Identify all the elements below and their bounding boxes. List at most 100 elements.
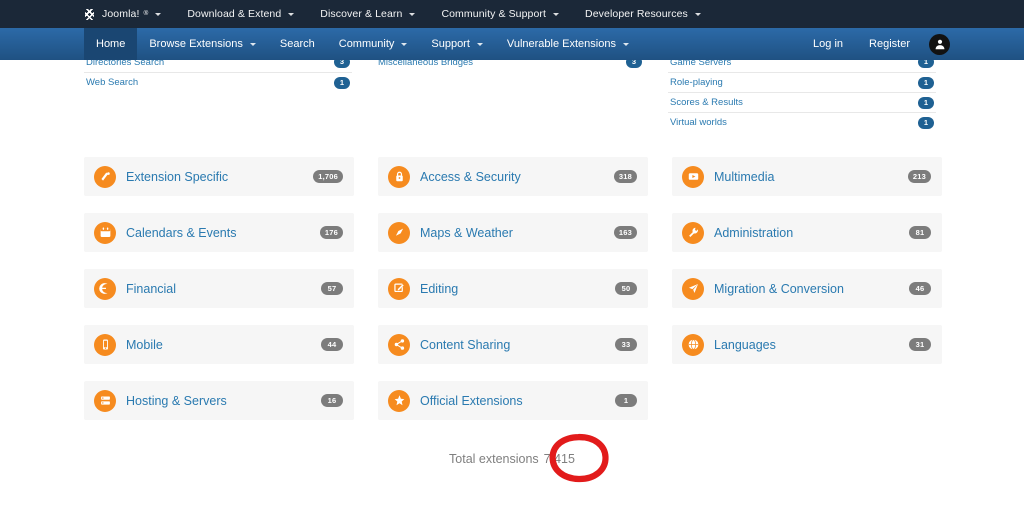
main-navigation-bar: Home Browse Extensions Search Community … — [0, 28, 1024, 60]
category-count-badge: 81 — [909, 226, 931, 239]
play-media-icon — [682, 165, 704, 188]
category-column-1: Extension Specific 1,706 Calendars & Eve… — [84, 157, 354, 420]
category-label: Languages — [714, 337, 776, 352]
category-card-extension-specific[interactable]: Extension Specific 1,706 — [84, 157, 354, 196]
wrench-icon — [682, 221, 704, 244]
globe-icon — [682, 333, 704, 356]
category-card-languages[interactable]: Languages 31 — [672, 325, 942, 364]
nav-item-label: Vulnerable Extensions — [506, 38, 616, 50]
user-avatar-icon[interactable] — [929, 33, 950, 55]
category-card-financial[interactable]: Financial 57 — [84, 269, 354, 308]
calendar-icon — [94, 221, 116, 244]
category-card-migration-conversion[interactable]: Migration & Conversion 46 — [672, 269, 942, 308]
category-count-badge: 50 — [615, 282, 637, 295]
category-label: Extension Specific — [126, 169, 229, 184]
subcategory-row[interactable]: Role-playing 1 — [668, 72, 936, 92]
category-card-editing[interactable]: Editing 50 — [378, 269, 648, 308]
nav-item-community[interactable]: Community — [327, 28, 420, 60]
subcategory-count-badge: 1 — [918, 96, 934, 109]
chevron-down-icon — [409, 12, 416, 16]
total-extensions-label: Total extensions — [449, 452, 539, 466]
chevron-down-icon — [155, 12, 162, 16]
nav-item-label: Browse Extensions — [149, 38, 243, 50]
category-count-badge: 176 — [319, 226, 343, 239]
subcategory-label: Role-playing — [670, 77, 723, 88]
category-label: Multimedia — [714, 169, 775, 184]
share-icon — [388, 333, 410, 356]
nav-item-vulnerable-extensions[interactable]: Vulnerable Extensions — [495, 28, 641, 60]
category-count-badge: 46 — [909, 282, 931, 295]
category-count-badge: 163 — [613, 226, 637, 239]
nav-account-area: Log in Register — [800, 28, 1024, 60]
category-label: Financial — [126, 281, 177, 296]
page-body: Directories Search 3 Web Search 1 Miscel… — [0, 56, 1024, 505]
chevron-down-icon — [401, 42, 408, 46]
lock-icon — [388, 165, 410, 188]
subcategory-column-2: Miscellaneous Bridges 3 — [376, 52, 644, 136]
category-card-multimedia[interactable]: Multimedia 213 — [672, 157, 942, 196]
nav-item-label: Home — [96, 38, 126, 50]
chevron-down-icon — [288, 12, 295, 16]
joomla-star-icon — [388, 389, 410, 412]
subcategory-column-3: Game Servers 1 Role-playing 1 Scores & R… — [668, 52, 936, 136]
topbar-item-developer-resources[interactable]: Developer Resources — [572, 0, 714, 28]
topbar-item-community-support[interactable]: Community & Support — [428, 0, 572, 28]
category-column-2: Access & Security 318 Maps & Weather 163… — [378, 157, 648, 420]
category-label: Content Sharing — [420, 337, 511, 352]
subcategory-count-badge: 1 — [918, 76, 934, 89]
category-count-badge: 318 — [613, 170, 637, 183]
category-label: Mobile — [126, 337, 163, 352]
category-card-access-security[interactable]: Access & Security 318 — [378, 157, 648, 196]
category-count-badge: 1,706 — [313, 170, 343, 183]
nav-item-search[interactable]: Search — [268, 28, 327, 60]
subcategory-label: Virtual worlds — [670, 117, 727, 128]
financial-icon — [94, 277, 116, 300]
category-count-badge: 16 — [321, 394, 343, 407]
category-label: Hosting & Servers — [126, 393, 227, 408]
subcategory-label: Web Search — [86, 77, 139, 88]
category-card-calendars-events[interactable]: Calendars & Events 176 — [84, 213, 354, 252]
category-label: Administration — [714, 225, 794, 240]
top-utility-bar: Joomla! ® Download & Extend Discover & L… — [0, 0, 1024, 28]
nav-item-label: Community — [338, 38, 395, 50]
subcategory-column-1: Directories Search 3 Web Search 1 — [84, 52, 352, 136]
category-label: Editing — [420, 281, 459, 296]
nav-item-label: Search — [279, 38, 315, 50]
joomla-extensions-directory-page: Joomla! ® Download & Extend Discover & L… — [0, 0, 1024, 505]
category-label: Official Extensions — [420, 393, 523, 408]
category-card-mobile[interactable]: Mobile 44 — [84, 325, 354, 364]
category-card-official-extensions[interactable]: Official Extensions 1 — [378, 381, 648, 420]
extension-specific-icon — [94, 165, 116, 188]
register-link[interactable]: Register — [856, 28, 923, 60]
pencil-edit-icon — [388, 277, 410, 300]
category-count-badge: 44 — [321, 338, 343, 351]
category-card-content-sharing[interactable]: Content Sharing 33 — [378, 325, 648, 364]
subcategory-row[interactable]: Web Search 1 — [84, 72, 352, 92]
subcategory-row[interactable]: Scores & Results 1 — [668, 92, 936, 112]
total-extensions-value: 7,415 — [543, 452, 575, 466]
paper-plane-icon — [682, 277, 704, 300]
category-card-hosting-servers[interactable]: Hosting & Servers 16 — [84, 381, 354, 420]
category-card-maps-weather[interactable]: Maps & Weather 163 — [378, 213, 648, 252]
topbar-brand-joomla[interactable]: Joomla! ® — [84, 0, 174, 28]
topbar-brand-label: Joomla! — [102, 8, 140, 20]
category-count-badge: 33 — [615, 338, 637, 351]
chevron-down-icon — [694, 12, 701, 16]
subcategory-count-badge: 1 — [334, 76, 350, 89]
category-card-grid: Extension Specific 1,706 Calendars & Eve… — [84, 157, 942, 420]
nav-item-browse-extensions[interactable]: Browse Extensions — [137, 28, 268, 60]
category-count-badge: 57 — [321, 282, 343, 295]
category-card-administration[interactable]: Administration 81 — [672, 213, 942, 252]
compass-icon — [388, 221, 410, 244]
nav-item-home[interactable]: Home — [84, 28, 138, 60]
nav-item-support[interactable]: Support — [419, 28, 495, 60]
registered-trademark-icon: ® — [143, 10, 149, 17]
topbar-item-discover-learn[interactable]: Discover & Learn — [307, 0, 428, 28]
login-link[interactable]: Log in — [800, 28, 856, 60]
subcategory-row[interactable]: Virtual worlds 1 — [668, 112, 936, 132]
chevron-down-icon — [249, 42, 256, 46]
subcategory-count-badge: 1 — [918, 116, 934, 129]
chevron-down-icon — [622, 42, 629, 46]
server-icon — [94, 389, 116, 412]
topbar-item-download-extend[interactable]: Download & Extend — [174, 0, 307, 28]
